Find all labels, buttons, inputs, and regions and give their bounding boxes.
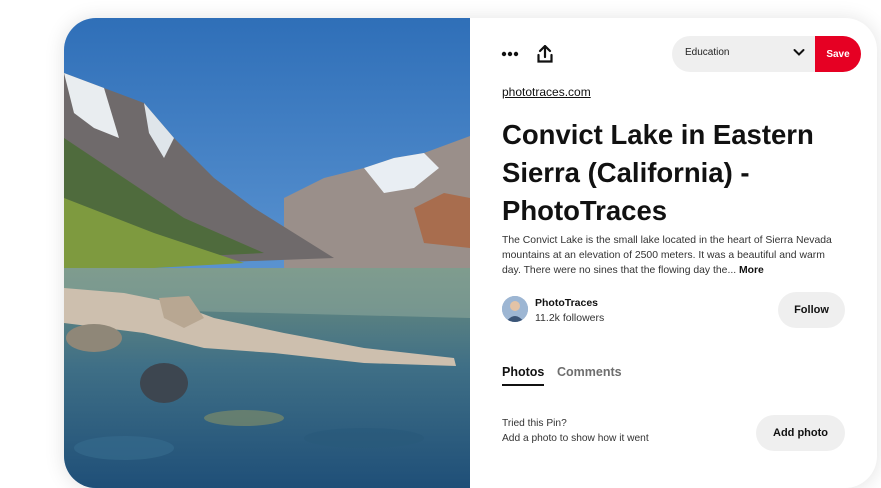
pin-title: Convict Lake in Eastern Sierra (Californ… <box>502 119 814 226</box>
save-button[interactable]: Save <box>815 36 861 72</box>
tab-comments[interactable]: Comments <box>557 365 622 379</box>
tried-pin-question: Tried this Pin? <box>502 418 567 429</box>
share-button[interactable] <box>527 36 563 72</box>
tried-pin-hint: Add a photo to show how it went <box>502 433 649 444</box>
lake-landscape-image <box>64 18 470 488</box>
chevron-down-icon <box>793 49 805 56</box>
pin-toolbar: Education Save <box>501 36 861 72</box>
ellipsis-icon <box>501 51 519 57</box>
author-name[interactable]: PhotoTraces <box>535 297 598 309</box>
pin-details-panel: Education Save phototraces.com Convict L… <box>501 18 861 488</box>
add-photo-button[interactable]: Add photo <box>756 415 845 451</box>
author-row: PhotoTraces 11.2k followers Follow <box>502 292 847 334</box>
upload-icon <box>537 45 553 63</box>
pin-description: The Convict Lake is the small lake locat… <box>502 233 842 278</box>
follow-button[interactable]: Follow <box>778 292 845 328</box>
board-select-dropdown[interactable]: Education <box>672 36 815 72</box>
more-options-button[interactable] <box>492 36 528 72</box>
board-select-value: Education <box>685 47 730 58</box>
pin-description-text: The Convict Lake is the small lake locat… <box>502 235 832 276</box>
user-avatar-icon <box>502 296 528 322</box>
pin-closeup-card: Education Save phototraces.com Convict L… <box>64 18 877 488</box>
follower-count: 11.2k followers <box>535 312 605 324</box>
tab-photos[interactable]: Photos <box>502 365 545 386</box>
source-link[interactable]: phototraces.com <box>502 85 591 99</box>
pin-image[interactable] <box>64 18 470 488</box>
tried-pin-prompt: Tried this Pin? Add a photo to show how … <box>502 416 649 446</box>
avatar[interactable] <box>502 296 528 322</box>
more-description-link[interactable]: More <box>739 265 764 276</box>
